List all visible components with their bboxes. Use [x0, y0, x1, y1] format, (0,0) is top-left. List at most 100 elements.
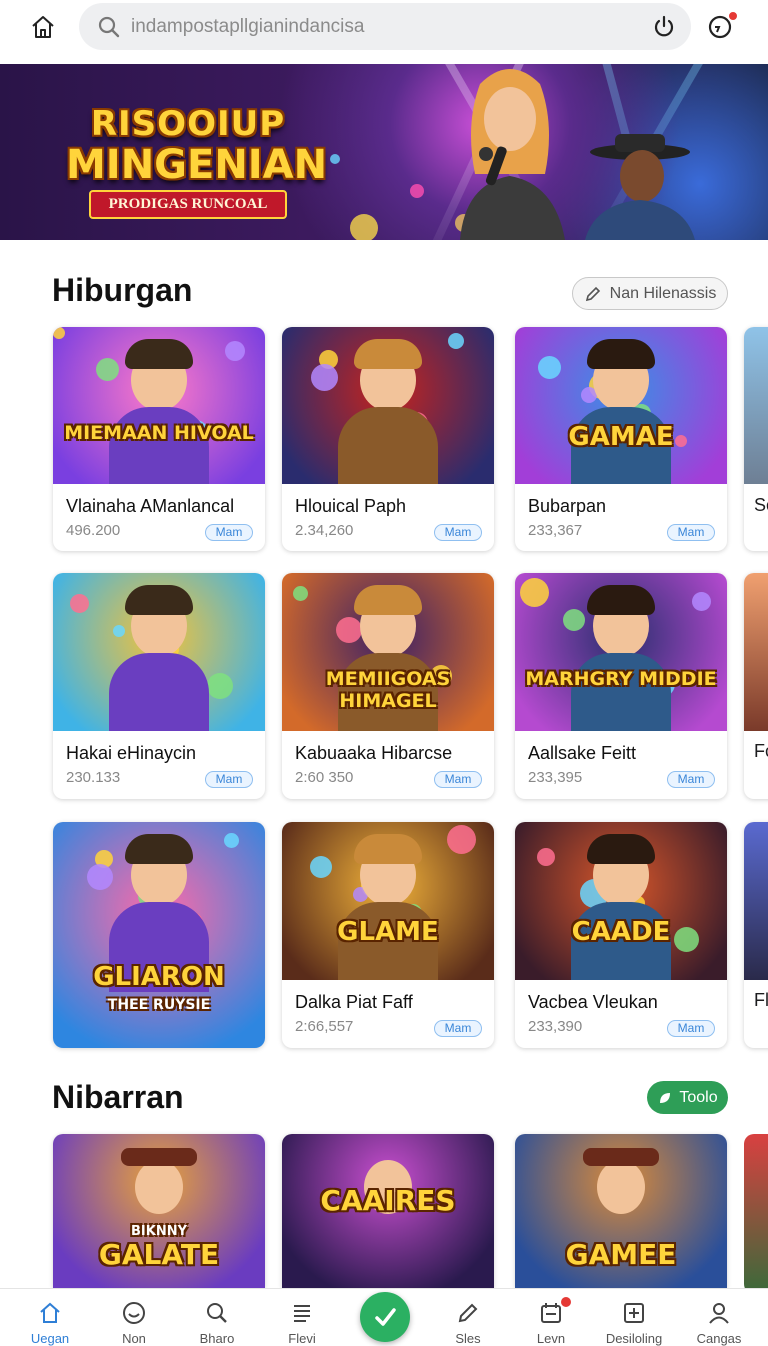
member-badge[interactable]: Mam — [434, 524, 482, 541]
game-card-art: MEMIIGOAS HIMAGEL — [282, 573, 494, 731]
game-card-art: BIKNNY GALATE — [53, 1134, 265, 1288]
power-icon[interactable] — [651, 14, 677, 40]
search-icon — [207, 1303, 227, 1323]
nav-item-search[interactable]: Bharo — [181, 1289, 253, 1346]
nav-item-plus-square[interactable]: Desiloling — [598, 1289, 670, 1346]
nav-badge — [561, 1297, 571, 1307]
section-action-button[interactable]: Nan Hilenassis — [572, 277, 728, 310]
peek-card[interactable]: Fl — [744, 822, 768, 1048]
game-card-art: MARHGRY MIDDIE — [515, 573, 727, 731]
nav-item-user[interactable]: Cangas — [683, 1289, 755, 1346]
user-icon — [709, 1303, 729, 1324]
search-bar[interactable] — [79, 3, 691, 50]
game-art-title: MIEMAAN HIVOAL — [64, 422, 254, 444]
game-title: Bubarpan — [528, 496, 607, 516]
peek-card[interactable] — [744, 1134, 768, 1294]
hero-banner[interactable]: RISOOIUP MINGENIAN PRODIGAS RUNCOAL — [0, 64, 768, 240]
game-title: Hlouical Paph — [295, 496, 407, 516]
notification-button[interactable] — [705, 10, 739, 46]
member-badge[interactable]: Mam — [205, 524, 253, 541]
game-title: Kabuaaka Hibarcse — [295, 743, 453, 763]
game-player-count: 233,395 — [528, 769, 583, 786]
game-art-title: CAAIRES — [320, 1184, 456, 1217]
game-card[interactable]: BIKNNY GALATE — [53, 1134, 265, 1288]
peek-label: Fc — [754, 741, 768, 761]
game-card-art: CAADE — [515, 822, 727, 980]
home-icon — [40, 1302, 60, 1323]
toolo-label: Toolo — [679, 1088, 718, 1106]
notification-badge — [727, 10, 739, 22]
banner-logo-line1: RISOOIUP — [90, 104, 286, 144]
banner-logo: RISOOIUP MINGENIAN PRODIGAS RUNCOAL — [66, 100, 327, 240]
nav-item-pen[interactable]: Sles — [432, 1289, 504, 1346]
peek-label: Fl — [754, 990, 768, 1010]
peek-card[interactable]: Sc — [744, 327, 768, 551]
leaf-icon — [660, 1092, 671, 1103]
search-input[interactable] — [131, 15, 611, 38]
game-art-subtitle: BIKNNY — [131, 1224, 187, 1239]
game-card[interactable]: CAAIRES — [282, 1134, 494, 1288]
nav-item-calendar[interactable]: Levn — [515, 1289, 587, 1346]
game-title: Aallsake Feitt — [528, 743, 637, 763]
nav-item-list[interactable]: Flevi — [266, 1289, 338, 1346]
member-badge[interactable]: Mam — [434, 771, 482, 788]
game-art-title: MEMIIGOAS HIMAGEL — [325, 668, 451, 712]
member-badge[interactable]: Mam — [667, 771, 715, 788]
game-title: Hakai eHinaycin — [66, 743, 197, 763]
game-card[interactable]: MIEMAAN HIVOAL Vlainaha AManlancal 496.200… — [53, 327, 265, 551]
smile-icon — [123, 1302, 145, 1324]
member-badge[interactable]: Mam — [205, 771, 253, 788]
game-card[interactable]: GAMEE — [515, 1134, 727, 1288]
nav-item-smile[interactable]: Non — [98, 1289, 170, 1346]
banner-ribbon: PRODIGAS RUNCOAL — [88, 190, 288, 219]
game-card-art: GLAME — [282, 822, 494, 980]
game-title: Dalka Piat Faff — [295, 992, 413, 1012]
section-title-nibarran: Nibarran — [52, 1079, 184, 1115]
game-card-art — [282, 327, 494, 484]
game-card-art: GAMEE — [515, 1134, 727, 1288]
game-card-art — [53, 573, 265, 731]
game-art-subtitle: THEE RUYSIE — [107, 997, 211, 1013]
game-card-art: MIEMAAN HIVOAL — [53, 327, 265, 484]
game-art-title: GLAME — [337, 917, 439, 947]
game-card[interactable]: MARHGRY MIDDIE Aallsake Feitt 233,395 Mam — [515, 573, 727, 799]
nav-item-home[interactable]: Uegan — [14, 1289, 86, 1346]
game-card[interactable]: Hlouical Paph 2.34,260 Mam — [282, 327, 494, 551]
member-badge[interactable]: Mam — [434, 1020, 482, 1037]
game-card-art: GLIARON THEE RUYSIE — [53, 822, 265, 1048]
game-title: Vlainaha AManlancal — [66, 496, 235, 516]
section-action-label: Nan Hilenassis — [609, 284, 717, 302]
game-player-count: 230.133 — [66, 769, 121, 786]
game-card[interactable]: GLAME Dalka Piat Faff 2:66,557 Mam — [282, 822, 494, 1048]
top-bar — [0, 0, 768, 60]
fab-check-button[interactable] — [360, 1292, 410, 1342]
game-player-count: 233,367 — [528, 522, 583, 539]
game-art-title: CAADE — [571, 917, 671, 947]
game-player-count: 2.34,260 — [295, 522, 354, 539]
list-icon — [294, 1305, 310, 1322]
game-art-title: GALATE — [98, 1238, 220, 1271]
member-badge[interactable]: Mam — [667, 1020, 715, 1037]
toolo-button[interactable]: Toolo — [647, 1081, 728, 1114]
game-card[interactable]: GLIARON THEE RUYSIE — [53, 822, 265, 1048]
home-icon[interactable] — [26, 10, 60, 44]
game-card[interactable]: Hakai eHinaycin 230.133 Mam — [53, 573, 265, 799]
peek-card[interactable]: Fc — [744, 573, 768, 799]
hat-character — [585, 134, 695, 240]
game-player-count: 496.200 — [66, 522, 121, 539]
pen-icon — [585, 286, 600, 301]
search-icon — [98, 16, 120, 37]
singer-character — [460, 69, 565, 240]
game-card-art: CAAIRES — [282, 1134, 494, 1288]
game-player-count: 2:60 350 — [295, 769, 354, 786]
section-title-hiburgan: Hiburgan — [52, 272, 193, 308]
check-icon — [375, 1308, 396, 1326]
game-art-title: GAMEE — [565, 1238, 677, 1271]
game-card-art: GAMAE — [515, 327, 727, 484]
game-card[interactable]: GAMAE Bubarpan 233,367 Mam — [515, 327, 727, 551]
game-card[interactable]: MEMIIGOAS HIMAGEL Kabuaaka Hibarcse 2:60 3… — [282, 573, 494, 799]
plus-square-icon — [624, 1303, 644, 1323]
member-badge[interactable]: Mam — [667, 524, 715, 541]
game-card[interactable]: CAADE Vacbea Vleukan 233,390 Mam — [515, 822, 727, 1048]
game-art-title: GLIARON — [93, 962, 225, 992]
